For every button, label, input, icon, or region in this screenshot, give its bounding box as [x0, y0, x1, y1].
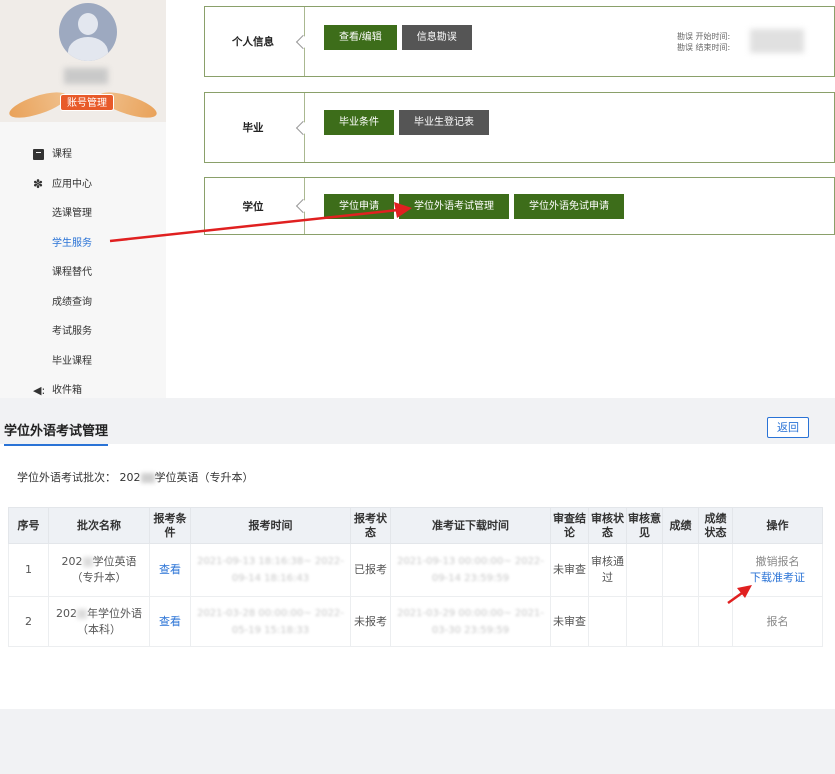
annotation-arrow [109, 202, 412, 243]
arrow-shaft [727, 591, 743, 605]
bottom-screenshot: 学位外语考试管理 返回 学位外语考试批次： 202 学位英语（专升本） 序号 批次… [0, 398, 835, 774]
arrow-shaft [109, 208, 399, 243]
top-screenshot: 账号管理 课程 ✽ 应用中心 选课管理 学生服务 课程替代 成绩查询 考试服务 … [0, 0, 835, 398]
annotation-arrow-download [727, 585, 752, 605]
arrow-head [394, 202, 412, 218]
